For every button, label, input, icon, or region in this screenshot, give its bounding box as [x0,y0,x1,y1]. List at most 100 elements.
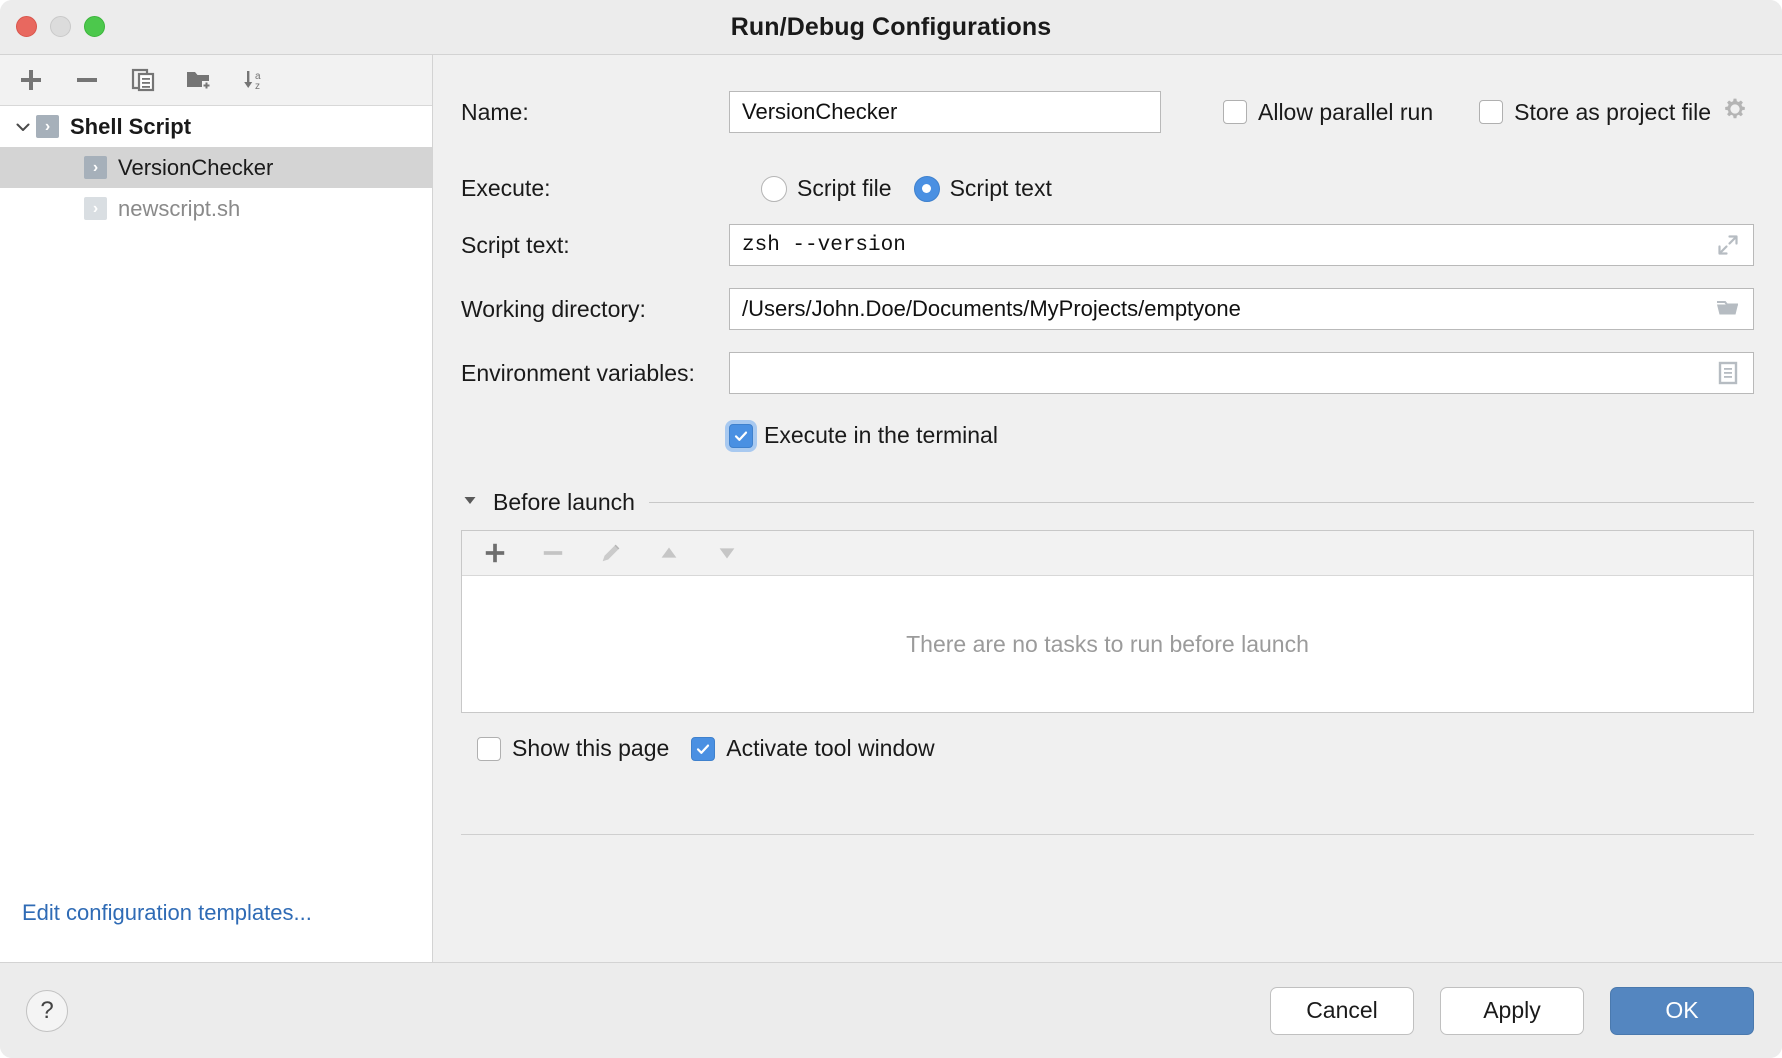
header-checkboxes: Allow parallel run Store as project file [1223,96,1748,128]
question-mark-icon: ? [40,997,53,1025]
execute-in-terminal-checkbox[interactable]: Execute in the terminal [729,422,998,449]
configurations-sidebar: a z › Shell Script › [0,55,433,962]
triangle-down-icon[interactable] [461,491,479,514]
help-button[interactable]: ? [26,990,68,1032]
store-as-project-file-checkbox[interactable]: Store as project file [1479,96,1748,128]
configuration-form-panel: Name: VersionChecker Allow parallel run … [433,55,1782,962]
check-icon [734,429,748,443]
execute-script-text-label: Script text [950,175,1052,202]
move-task-up-button[interactable] [652,536,686,570]
apply-button[interactable]: Apply [1440,987,1584,1035]
before-launch-header[interactable]: Before launch [461,489,1754,516]
allow-parallel-run-checkbox[interactable]: Allow parallel run [1223,99,1433,126]
working-directory-value: /Users/John.Doe/Documents/MyProjects/emp… [742,296,1707,322]
working-directory-label: Working directory: [461,296,729,323]
section-divider [649,502,1754,503]
cancel-button[interactable]: Cancel [1270,987,1414,1035]
name-label: Name: [461,99,729,126]
execute-radio-group: Script file Script text [761,175,1052,202]
store-as-project-file-label: Store as project file [1514,99,1711,126]
remove-configuration-button[interactable] [70,63,104,97]
add-configuration-button[interactable] [14,63,48,97]
copy-configuration-button[interactable] [126,63,160,97]
checkbox-box [1223,100,1247,124]
title-bar: Run/Debug Configurations [0,0,1782,54]
sort-configurations-button[interactable]: a z [238,63,272,97]
configurations-tree: › Shell Script › VersionChecker › newscr… [0,106,432,900]
chevron-down-icon[interactable] [10,114,36,140]
checkbox-box [1479,100,1503,124]
configuration-form: Name: VersionChecker Allow parallel run … [433,55,1782,962]
gear-icon[interactable] [1722,96,1748,128]
minus-icon [541,541,565,565]
sidebar-footer: Edit configuration templates... [0,900,432,962]
copy-icon [130,67,156,93]
edit-task-button[interactable] [594,536,628,570]
activate-tool-window-checkbox[interactable]: Activate tool window [691,735,934,762]
tree-group-label: Shell Script [70,114,191,140]
script-text-value: zsh --version [742,234,1707,257]
execute-in-terminal-label: Execute in the terminal [764,422,998,449]
execute-label: Execute: [461,175,729,202]
checkbox-box-checked [691,737,715,761]
remove-task-button[interactable] [536,536,570,570]
list-document-icon[interactable] [1713,359,1743,387]
execute-script-text-radio[interactable]: Script text [914,175,1052,202]
script-text-label: Script text: [461,232,729,259]
sidebar-toolbar: a z [0,55,432,106]
pencil-icon [599,541,623,565]
environment-variables-input[interactable] [729,352,1754,394]
svg-text:z: z [255,81,260,92]
radio-circle-selected [914,176,940,202]
before-launch-title: Before launch [493,489,635,516]
execute-script-file-radio[interactable]: Script file [761,175,892,202]
before-launch-section: Before launch [461,489,1754,835]
minus-icon [74,67,100,93]
zoom-window-button[interactable] [84,16,105,37]
script-text-row: Script text: zsh --version [461,224,1754,266]
move-task-down-button[interactable] [710,536,744,570]
activate-tool-window-label: Activate tool window [726,735,934,762]
before-launch-task-list: There are no tasks to run before launch [461,530,1754,713]
name-input[interactable]: VersionChecker [729,91,1161,133]
show-this-page-checkbox[interactable]: Show this page [477,735,669,762]
expand-icon[interactable] [1713,231,1743,259]
show-this-page-label: Show this page [512,735,669,762]
folder-add-icon [185,67,213,93]
plus-icon [18,67,44,93]
close-window-button[interactable] [16,16,37,37]
tree-item-newscript[interactable]: › newscript.sh [0,188,432,229]
window-title: Run/Debug Configurations [0,13,1782,42]
minimize-window-button[interactable] [50,16,71,37]
before-launch-empty-message: There are no tasks to run before launch [462,576,1753,712]
folder-open-icon[interactable] [1713,295,1743,323]
plus-icon [483,541,507,565]
execute-in-terminal-row: Execute in the terminal [461,422,1754,449]
environment-variables-label: Environment variables: [461,360,729,387]
arrow-down-icon [715,541,739,565]
shell-script-type-icon: › [84,197,107,220]
script-text-input[interactable]: zsh --version [729,224,1754,266]
shell-script-type-icon: › [84,156,107,179]
add-task-button[interactable] [478,536,512,570]
save-configuration-folder-button[interactable] [182,63,216,97]
working-directory-input[interactable]: /Users/John.Doe/Documents/MyProjects/emp… [729,288,1754,330]
sort-alphabetical-icon: a z [241,67,269,93]
check-icon [696,742,710,756]
tree-group-shell-script[interactable]: › Shell Script [0,106,432,147]
dialog-body: a z › Shell Script › [0,54,1782,962]
ok-button[interactable]: OK [1610,987,1754,1035]
checkbox-box [477,737,501,761]
checkbox-box-checked [729,424,753,448]
before-launch-options: Show this page Activate tool window [461,735,1754,762]
edit-configuration-templates-link[interactable]: Edit configuration templates... [22,900,312,925]
window-controls [16,16,105,37]
execute-script-file-label: Script file [797,175,892,202]
allow-parallel-run-label: Allow parallel run [1258,99,1433,126]
dialog-footer: ? Cancel Apply OK [0,962,1782,1058]
execute-row: Execute: Script file Script text [461,175,1754,202]
name-input-value: VersionChecker [742,99,1150,125]
shell-script-type-icon: › [36,115,59,138]
radio-circle [761,176,787,202]
tree-item-versionchecker[interactable]: › VersionChecker [0,147,432,188]
